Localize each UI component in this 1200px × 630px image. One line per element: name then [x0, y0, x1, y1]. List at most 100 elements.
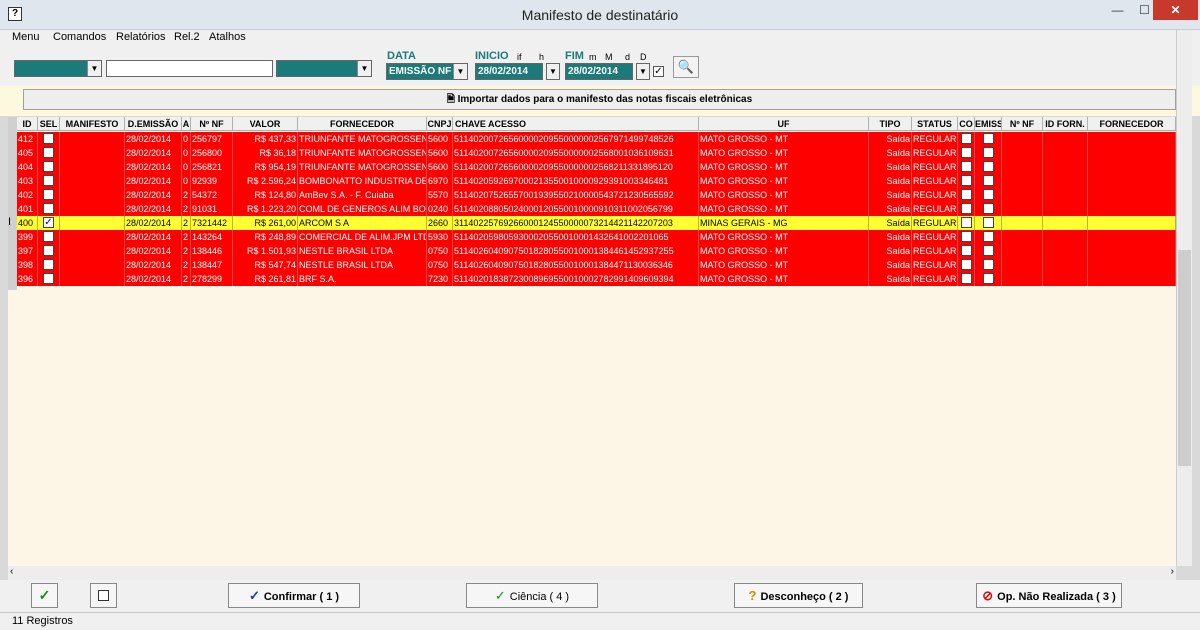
cell-sel[interactable]: [38, 244, 60, 258]
row-checkbox[interactable]: [43, 175, 54, 186]
cell-sel[interactable]: [38, 132, 60, 146]
col-header-tipo[interactable]: TIPO: [869, 117, 912, 131]
chevron-down-icon[interactable]: ▼: [357, 61, 371, 76]
scroll-left-icon[interactable]: ‹: [10, 566, 13, 577]
col-header-nf2[interactable]: Nº NF: [1002, 117, 1043, 131]
row-checkbox[interactable]: [982, 231, 994, 242]
row-checkbox[interactable]: [982, 273, 994, 284]
col-header-id-forn[interactable]: ID FORN.: [1043, 117, 1088, 131]
cell-emiss[interactable]: [975, 230, 1002, 244]
cell-co[interactable]: [958, 230, 975, 244]
col-header-uf[interactable]: UF: [699, 117, 869, 131]
menu-item-rel2[interactable]: Rel.2: [174, 31, 200, 43]
cell-emiss[interactable]: [975, 160, 1002, 174]
row-checkbox[interactable]: [43, 161, 54, 172]
menu-item-atalhos[interactable]: Atalhos: [209, 31, 246, 43]
menu-item-menu[interactable]: Menu: [12, 31, 40, 43]
menu-item-relatorios[interactable]: Relatórios: [116, 31, 166, 43]
row-checkbox[interactable]: [960, 217, 972, 228]
row-checkbox[interactable]: [960, 175, 972, 186]
menu-item-comandos[interactable]: Comandos: [53, 31, 106, 43]
cell-sel[interactable]: [38, 160, 60, 174]
col-header-emiss[interactable]: EMISS: [975, 117, 1002, 131]
row-checkbox[interactable]: [43, 203, 54, 214]
cell-emiss[interactable]: [975, 272, 1002, 286]
table-row[interactable]: 399 28/02/2014 2 143264 R$ 248,89 COMERCIAL D…: [17, 230, 1176, 244]
check-all-button[interactable]: ✓: [31, 583, 58, 608]
col-header-fornecedor2[interactable]: FORNECEDOR: [1088, 117, 1176, 131]
table-row[interactable]: 404 28/02/2014 0 256821 R$ 954,19 TRIUNFANTE …: [17, 160, 1176, 174]
chevron-down-icon[interactable]: ▼: [453, 64, 467, 79]
cell-sel[interactable]: [38, 230, 60, 244]
row-checkbox[interactable]: [43, 147, 54, 158]
table-row[interactable]: 396 28/02/2014 2 278299 R$ 261,81 BRF S.A. 723…: [17, 272, 1176, 286]
col-header-manifesto[interactable]: MANIFESTO: [60, 117, 125, 131]
table-row[interactable]: 397 28/02/2014 2 138446 R$ 1.501,93 NESTLE BR…: [17, 244, 1176, 258]
row-checkbox[interactable]: [960, 147, 972, 158]
vertical-scroll-thumb[interactable]: [1178, 250, 1191, 466]
row-checkbox[interactable]: [960, 231, 972, 242]
cell-sel[interactable]: ✓: [38, 216, 60, 230]
import-button[interactable]: 🗎 Importar dados para o manifesto das no…: [23, 89, 1176, 110]
col-header-valor[interactable]: VALOR: [233, 117, 298, 131]
cell-emiss[interactable]: [975, 132, 1002, 146]
chevron-down-icon[interactable]: ▼: [637, 64, 649, 79]
horizontal-scrollbar[interactable]: ‹ ›: [8, 566, 1176, 580]
cell-emiss[interactable]: [975, 216, 1002, 230]
invoice-grid[interactable]: ID SEL MANIFESTO D.EMISSÃO A Nº NF VALOR…: [8, 117, 1176, 566]
cell-emiss[interactable]: [975, 258, 1002, 272]
col-header-co[interactable]: CO: [958, 117, 975, 131]
row-checkbox[interactable]: [982, 133, 994, 144]
row-checkbox[interactable]: [43, 273, 54, 284]
cell-co[interactable]: [958, 132, 975, 146]
row-checkbox[interactable]: [982, 189, 994, 200]
table-row[interactable]: 402 28/02/2014 2 54372 R$ 124,80 AmBev S.A. -…: [17, 188, 1176, 202]
row-checkbox[interactable]: [43, 189, 54, 200]
cell-co[interactable]: [958, 258, 975, 272]
col-header-nf[interactable]: Nº NF: [191, 117, 233, 131]
row-checkbox[interactable]: [982, 203, 994, 214]
chevron-down-icon[interactable]: ▼: [87, 61, 101, 76]
cell-co[interactable]: [958, 202, 975, 216]
table-row[interactable]: 400 ✓ 28/02/2014 2 7321442 R$ 261,00 ARCOM S A…: [17, 216, 1176, 230]
cell-co[interactable]: [958, 188, 975, 202]
row-checkbox[interactable]: [43, 259, 54, 270]
cell-sel[interactable]: [38, 174, 60, 188]
col-header-fornecedor[interactable]: FORNECEDOR: [298, 117, 427, 131]
row-checkbox[interactable]: [43, 231, 54, 242]
row-checkbox[interactable]: [982, 217, 994, 228]
inicio-date-input[interactable]: 28/02/2014: [475, 63, 543, 80]
desconheco-button[interactable]: ? Desconheço ( 2 ): [734, 583, 863, 608]
uncheck-all-button[interactable]: [90, 583, 117, 608]
row-checkbox[interactable]: [982, 245, 994, 256]
row-checkbox[interactable]: [960, 161, 972, 172]
cell-emiss[interactable]: [975, 244, 1002, 258]
row-checkbox[interactable]: [982, 161, 994, 172]
search-button[interactable]: 🔍: [673, 56, 699, 78]
fim-checkbox[interactable]: ✓: [653, 66, 664, 77]
col-header-sel[interactable]: SEL: [38, 117, 60, 131]
row-checkbox[interactable]: [982, 259, 994, 270]
row-checkbox[interactable]: [960, 245, 972, 256]
row-checkbox[interactable]: ✓: [43, 217, 54, 228]
row-checkbox[interactable]: [43, 245, 54, 256]
scroll-right-icon[interactable]: ›: [1171, 566, 1174, 577]
cell-sel[interactable]: [38, 188, 60, 202]
row-checkbox[interactable]: [43, 133, 54, 144]
row-checkbox[interactable]: [982, 175, 994, 186]
cell-emiss[interactable]: [975, 188, 1002, 202]
minimize-button[interactable]: —: [1104, 0, 1131, 20]
cell-co[interactable]: [958, 272, 975, 286]
row-checkbox[interactable]: [982, 147, 994, 158]
table-row[interactable]: 398 28/02/2014 2 138447 R$ 547,74 NESTLE BRAS…: [17, 258, 1176, 272]
filter-text-input[interactable]: [106, 60, 273, 77]
table-row[interactable]: 405 28/02/2014 0 256800 R$ 36,18 TRIUNFANTE M…: [17, 146, 1176, 160]
cell-co[interactable]: [958, 216, 975, 230]
vertical-scrollbar[interactable]: [1176, 30, 1192, 566]
table-row[interactable]: 412 28/02/2014 0 256797 R$ 437,33 TRIUNFANTE …: [17, 132, 1176, 146]
fim-date-picker[interactable]: ▼: [636, 63, 650, 80]
table-row[interactable]: 403 28/02/2014 0 92939 R$ 2.596,24 BOMBONATTO…: [17, 174, 1176, 188]
row-checkbox[interactable]: [960, 273, 972, 284]
col-header-a[interactable]: A: [182, 117, 191, 131]
fim-date-input[interactable]: 28/02/2014: [565, 63, 633, 80]
